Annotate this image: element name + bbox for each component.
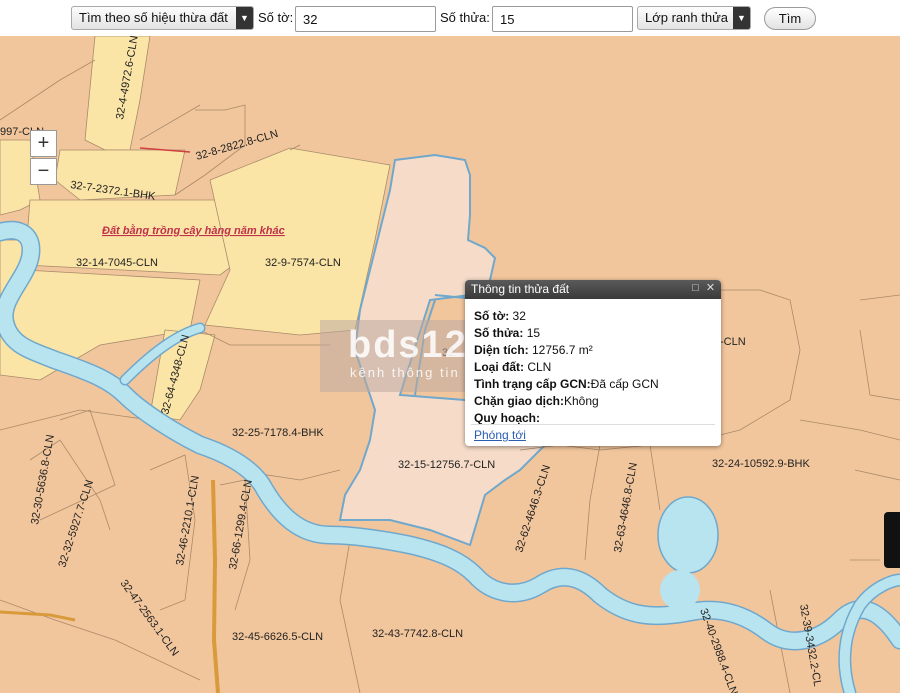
parcel-label: 32-30-5636.8-CLN — [29, 434, 57, 526]
parcel-label: 32-25-7178.4-BHK — [232, 427, 324, 439]
layer-select-value: Lớp ranh thửa — [645, 10, 729, 25]
info-label: Chặn giao dịch: — [474, 394, 564, 408]
info-row: Số tờ: 32 — [474, 308, 712, 325]
sheet-label: Số tờ: — [258, 10, 294, 25]
info-value: 12756.7 m² — [528, 343, 593, 357]
search-toolbar: Tìm theo số hiệu thừa đất ▼ Số tờ: Số th… — [0, 0, 900, 36]
search-mode-select[interactable]: Tìm theo số hiệu thừa đất ▼ — [71, 6, 254, 30]
info-row: Chặn giao dịch:Không — [474, 393, 712, 410]
parcel-label: -CLN — [720, 336, 746, 348]
parcel-label: 32-9-7574-CLN — [265, 257, 341, 269]
zoom-in-button[interactable]: + — [30, 130, 57, 157]
land-use-label: Đất bằng trồng cây hàng năm khác — [102, 224, 285, 237]
info-label: Diện tích: — [474, 343, 529, 357]
popup-body: Số tờ: 32 Số thửa: 15 Diện tích: 12756.7… — [465, 299, 721, 427]
parcel-label: 32-43-7742.8-CLN — [372, 628, 463, 640]
parcel-label: Số thửa: — [440, 10, 490, 25]
info-row: Tình trạng cấp GCN:Đã cấp GCN — [474, 376, 712, 393]
parcel-label: 32-47-2563.1-CLN — [118, 578, 181, 659]
parcel-label: 32-14-7045-CLN — [76, 257, 158, 269]
map-side-control[interactable] — [884, 512, 900, 568]
info-value: 15 — [523, 326, 541, 340]
info-row: Loại đất: CLN — [474, 359, 712, 376]
info-value: Không — [564, 394, 599, 408]
parcel-number-input[interactable] — [492, 6, 633, 32]
popup-header: Thông tin thửa đất □ ✕ — [465, 280, 721, 299]
close-icon[interactable]: ✕ — [705, 283, 716, 294]
chevron-down-icon: ▼ — [236, 7, 253, 29]
info-label: Số tờ: — [474, 309, 510, 323]
popup-title: Thông tin thửa đất — [471, 282, 570, 296]
zoom-out-button[interactable]: − — [30, 158, 57, 185]
info-label: Loại đất: — [474, 360, 524, 374]
popup-divider — [471, 424, 715, 425]
zoom-to-link[interactable]: Phóng tới — [474, 428, 526, 442]
parcel-label: 32-66-1299.4-CLN — [227, 479, 255, 571]
info-value: CLN — [524, 360, 552, 374]
info-value: Đã cấp GCN — [590, 377, 659, 391]
pond — [657, 496, 719, 574]
search-mode-value: Tìm theo số hiệu thừa đất — [79, 10, 228, 25]
parcel-label: 32-32-5927.7-CLN — [56, 479, 96, 569]
parcel-label: 32-15-12756.7-CLN — [398, 459, 495, 471]
maximize-icon[interactable]: □ — [690, 283, 701, 294]
info-label: Số thửa: — [474, 326, 524, 340]
parcel-label: 32-62-4646.3-CLN — [513, 464, 553, 554]
info-value: 32 — [509, 309, 526, 323]
parcel-label: 32-46-2210.1-CLN — [174, 475, 202, 567]
chevron-down-icon: ▼ — [733, 7, 750, 29]
parcel-label: 32-45-6626.5-CLN — [232, 631, 323, 643]
parcel-label: 32-24-10592.9-BHK — [712, 458, 811, 470]
parcel-label: 32-63-4646.8-CLN — [612, 462, 640, 554]
search-button[interactable]: Tìm — [764, 7, 816, 30]
parcel-info-popup: Thông tin thửa đất □ ✕ Số tờ: 32 Số thửa… — [465, 280, 721, 446]
info-label: Tình trạng cấp GCN: — [474, 377, 591, 391]
info-label: Quy hoạch: — [474, 411, 541, 425]
info-row: Diện tích: 12756.7 m² — [474, 342, 712, 359]
info-row: Số thửa: 15 — [474, 325, 712, 342]
layer-select[interactable]: Lớp ranh thửa ▼ — [637, 6, 751, 30]
sheet-number-input[interactable] — [295, 6, 436, 32]
